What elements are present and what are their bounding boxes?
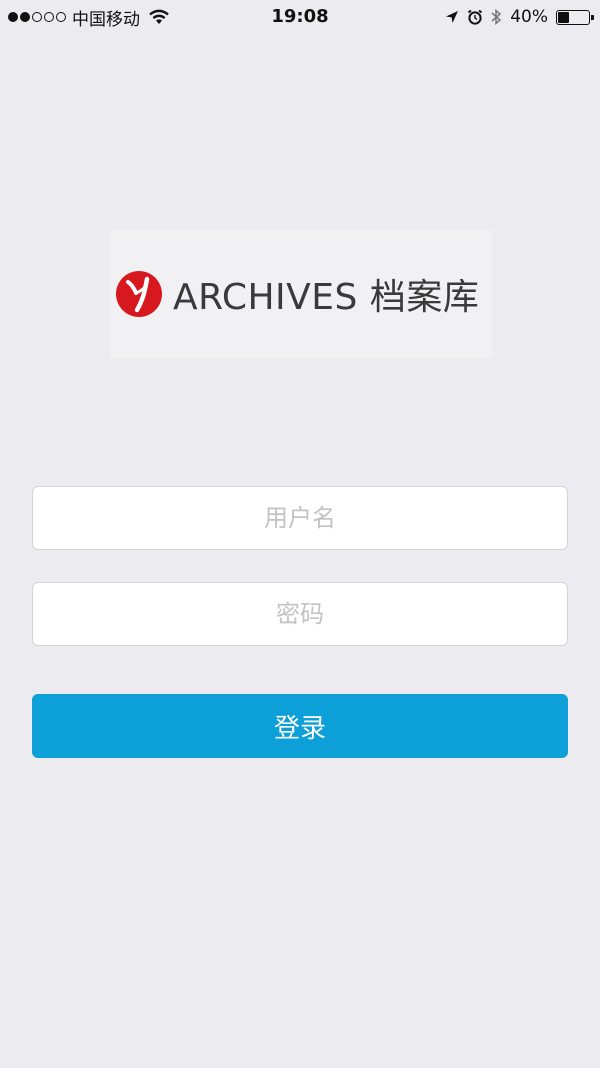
username-input[interactable] (32, 486, 568, 550)
status-right: 40% (445, 6, 594, 28)
alarm-icon (468, 9, 483, 25)
logo-text: ARCHIVES 档案库 (173, 277, 480, 318)
login-screen: 中国移动 19:08 40% ARCHIVES 档案库 用户名 登录 (0, 0, 600, 1068)
bluetooth-icon (491, 8, 502, 26)
battery-icon (556, 9, 594, 25)
login-button[interactable]: 登录 (32, 694, 568, 758)
archives-logo-icon (116, 271, 162, 317)
password-input[interactable] (32, 582, 568, 646)
battery-percentage: 40% (510, 7, 548, 27)
battery-level (558, 11, 569, 23)
app-logo: ARCHIVES 档案库 (110, 230, 492, 358)
location-arrow-icon (446, 11, 459, 23)
status-bar: 中国移动 19:08 40% (0, 0, 600, 34)
